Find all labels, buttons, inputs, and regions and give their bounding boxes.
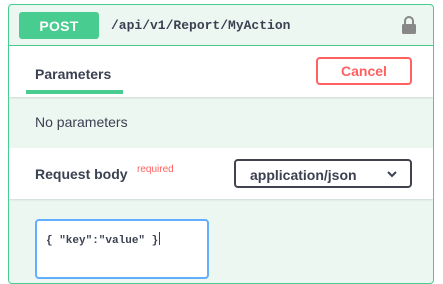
operation-summary[interactable]: POST /api/v1/Report/MyAction	[9, 5, 433, 46]
tab-active-indicator	[26, 90, 123, 94]
request-body-header: Request body required application/json	[9, 148, 433, 199]
request-body-label: Request body	[35, 166, 128, 182]
cancel-button[interactable]: Cancel	[316, 57, 412, 85]
tab-parameters[interactable]: Parameters	[35, 66, 111, 82]
parameters-header: Parameters Cancel	[9, 46, 433, 97]
operation-block: POST /api/v1/Report/MyAction Parameters …	[8, 4, 434, 284]
chevron-down-icon	[387, 171, 397, 178]
no-parameters-text: No parameters	[35, 114, 128, 130]
endpoint-path: /api/v1/Report/MyAction	[111, 18, 291, 33]
text-caret	[159, 232, 161, 245]
request-body-text: { "key":"value" }	[46, 232, 161, 247]
lock-icon[interactable]	[401, 15, 417, 35]
content-type-value: application/json	[250, 167, 357, 183]
content-type-select[interactable]: application/json	[234, 159, 412, 188]
method-badge: POST	[19, 12, 99, 39]
required-marker: required	[137, 164, 174, 175]
request-body-editor[interactable]: { "key":"value" }	[35, 219, 209, 279]
